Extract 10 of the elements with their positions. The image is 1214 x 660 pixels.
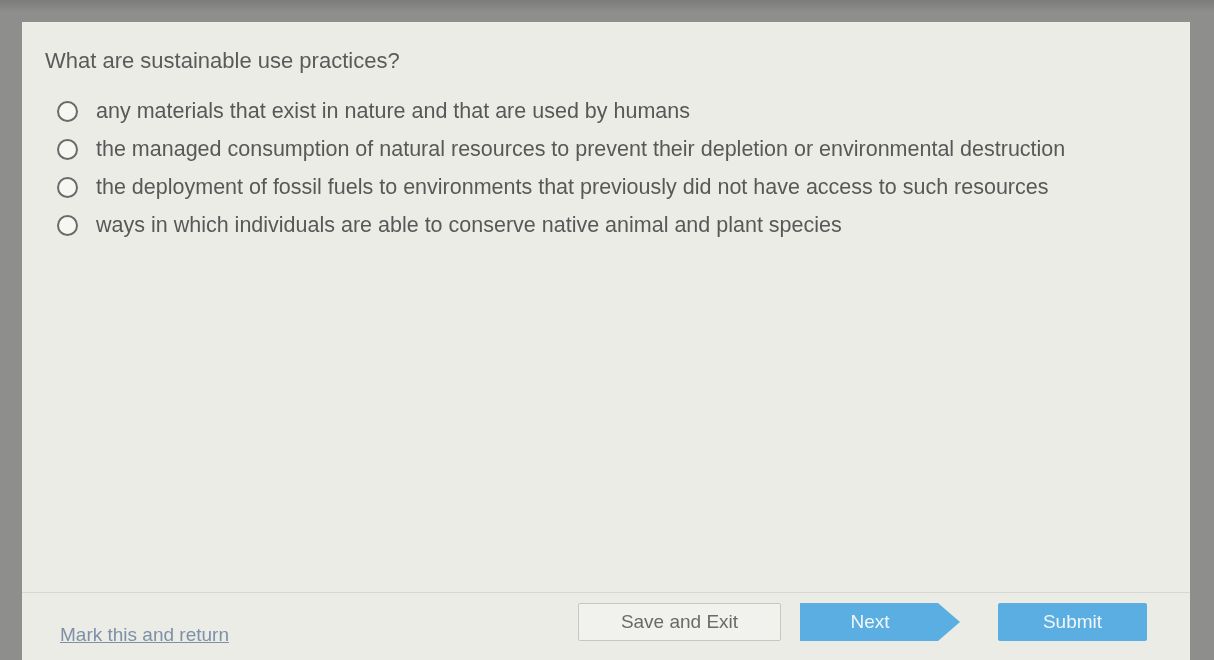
radio-button[interactable]	[57, 176, 78, 198]
question-text: What are sustainable use practices?	[45, 49, 401, 73]
answer-option-label[interactable]: any materials that exist in nature and that are used by humans	[96, 99, 690, 123]
answer-option-label[interactable]: the managed consumption of natural resources to prevent their depletion or environmental destruction	[96, 137, 1066, 161]
save-and-exit-button[interactable]: Save and Exit	[578, 603, 781, 641]
radio-button[interactable]	[57, 138, 78, 160]
radio-button[interactable]	[57, 214, 78, 236]
answer-option-label[interactable]: the deployment of fossil fuels to environments that previously did not have access to such resources	[96, 175, 1049, 199]
answer-option-label[interactable]: ways in which individuals are able to conserve native animal and plant species	[96, 213, 842, 237]
radio-button[interactable]	[57, 100, 78, 122]
